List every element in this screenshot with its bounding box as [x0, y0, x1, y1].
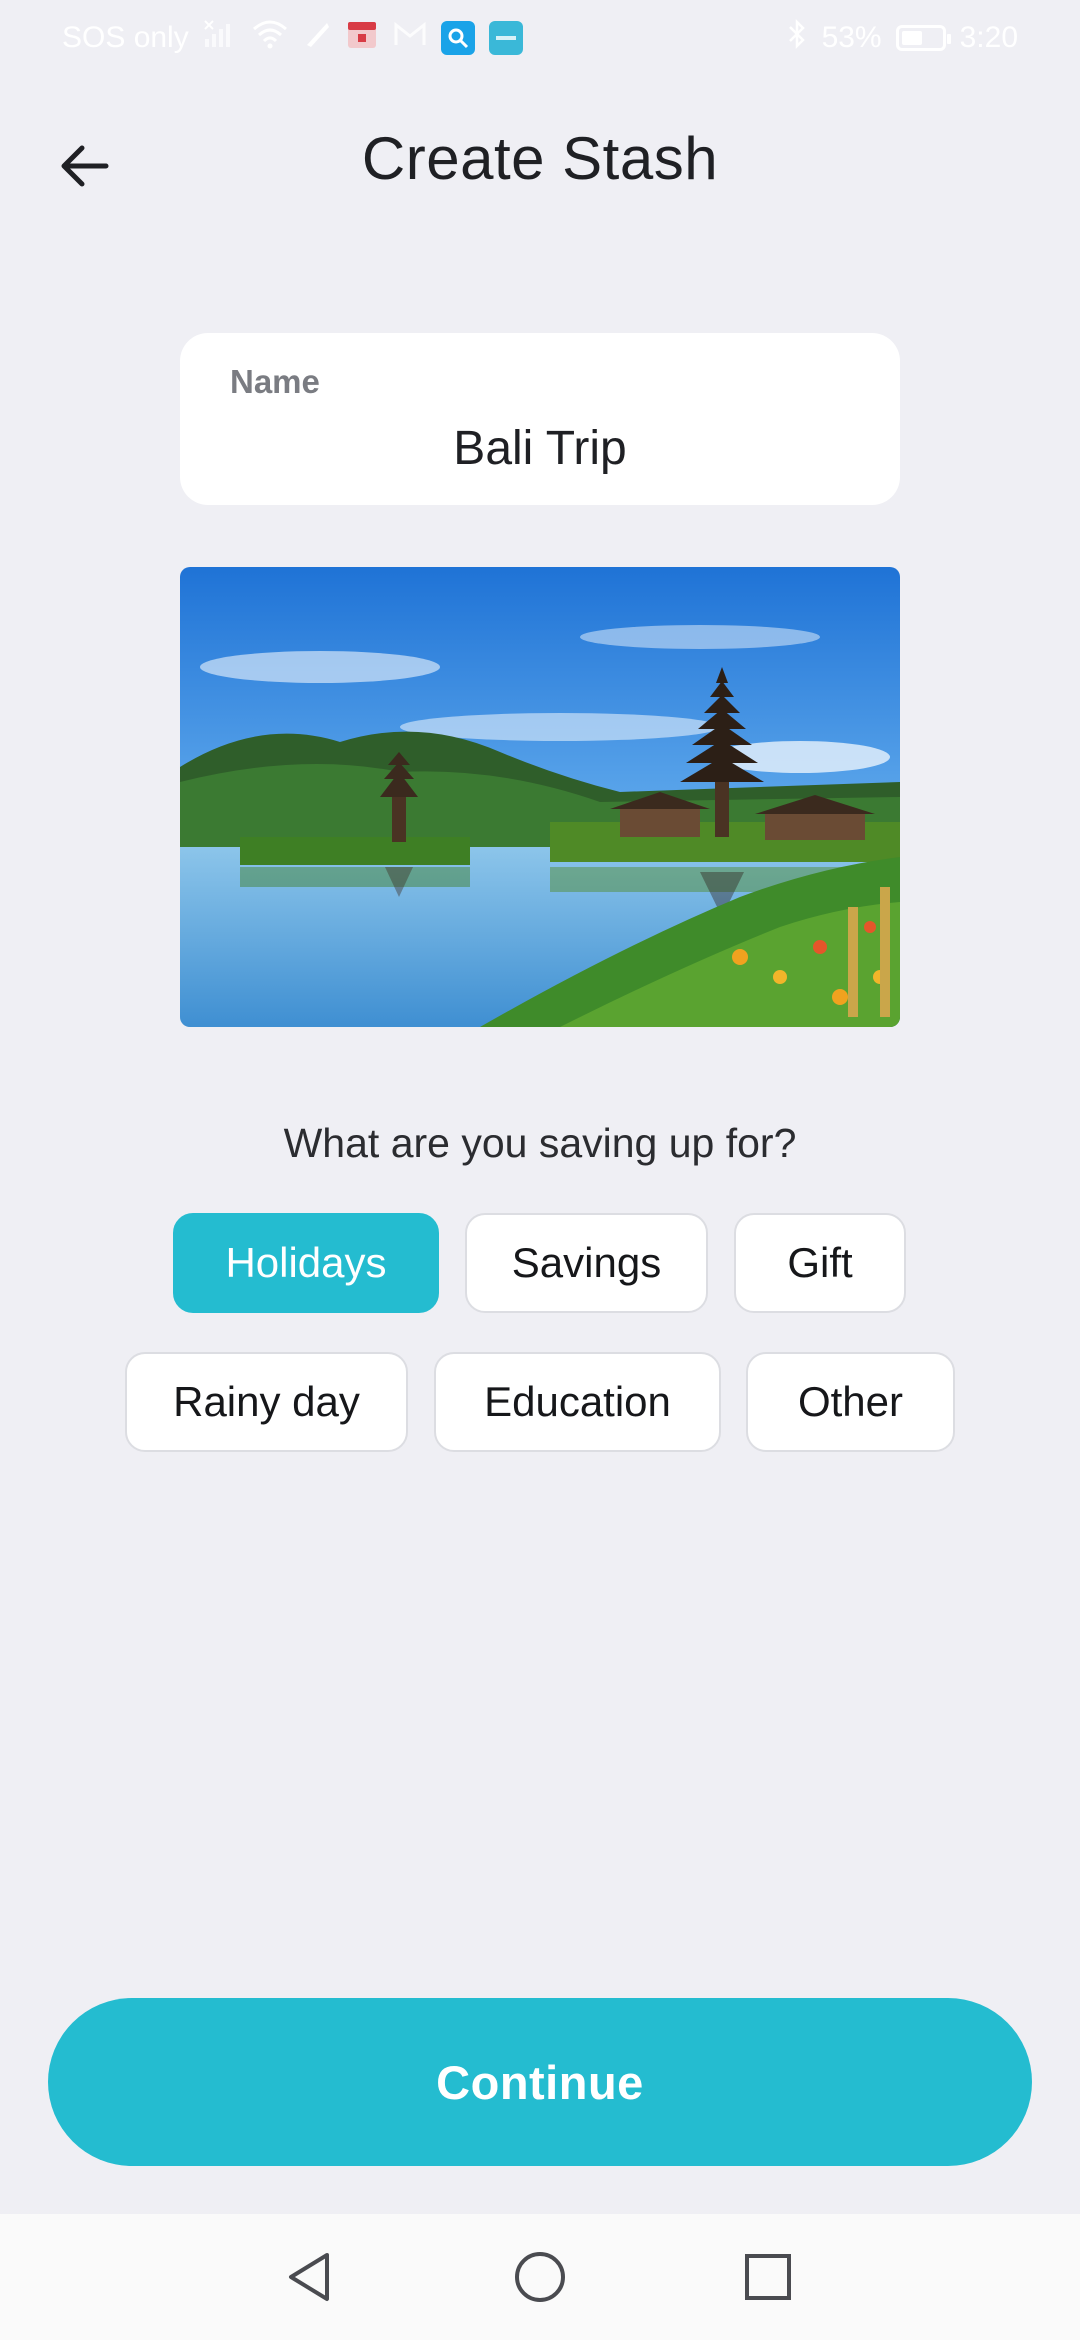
name-field-label: Name: [230, 363, 320, 400]
signal-icon: [203, 19, 237, 57]
slash-icon: [303, 19, 331, 57]
nav-recents-icon: [745, 2254, 791, 2300]
search-app-icon: [440, 21, 475, 55]
gmail-icon: [393, 20, 427, 56]
category-chip-holidays[interactable]: Holidays: [173, 1213, 439, 1313]
status-left: SOS only: [62, 18, 523, 58]
category-chip-savings[interactable]: Savings: [465, 1213, 708, 1313]
battery-percent: 53%: [821, 21, 882, 54]
name-field-value[interactable]: Bali Trip: [180, 421, 900, 476]
carrier-text: SOS only: [62, 21, 189, 54]
system-nav-bar: [0, 2214, 1080, 2340]
battery-fill: [901, 31, 922, 45]
wifi-icon: [251, 19, 289, 57]
battery-icon: [895, 25, 951, 51]
nav-home-button[interactable]: [507, 2244, 573, 2310]
bluetooth-icon: [786, 18, 808, 58]
name-field[interactable]: Name Bali Trip: [180, 333, 900, 505]
category-chip-gift[interactable]: Gift: [734, 1213, 906, 1313]
page-title: Create Stash: [361, 125, 719, 192]
category-chip-rainy-day[interactable]: Rainy day: [125, 1352, 408, 1452]
category-chip-education[interactable]: Education: [434, 1352, 721, 1452]
stash-cover-photo[interactable]: [180, 567, 900, 1027]
blue-app-icon: [488, 21, 523, 55]
category-question: What are you saving up for?: [283, 1120, 797, 1166]
nav-home-icon: [515, 2252, 565, 2302]
header: Create Stash: [0, 110, 1080, 214]
status-bar: SOS only 53% 3:20: [0, 0, 1080, 76]
category-chip-other[interactable]: Other: [746, 1352, 955, 1452]
clock: 3:20: [959, 21, 1018, 54]
continue-button[interactable]: Continue: [48, 1998, 1032, 2166]
status-right: 53% 3:20: [786, 18, 1018, 58]
nav-back-icon: [289, 2253, 329, 2301]
nav-back-button[interactable]: [276, 2244, 342, 2310]
shop-app-icon: [345, 18, 379, 58]
nav-recents-button[interactable]: [735, 2244, 801, 2310]
